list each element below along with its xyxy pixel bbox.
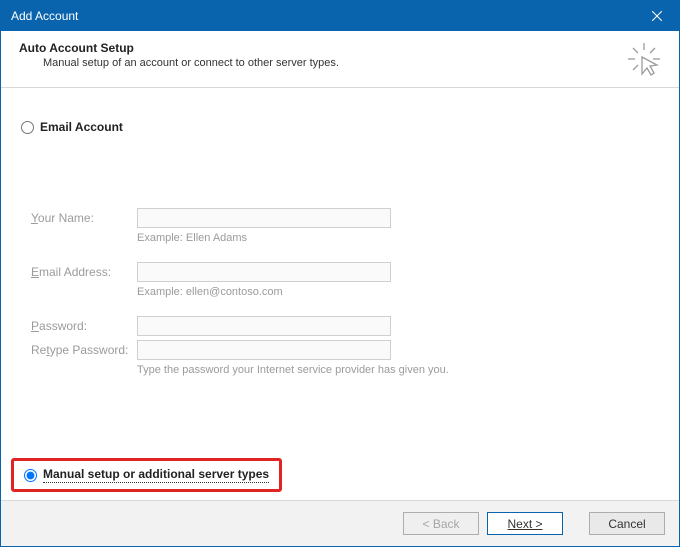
row-password: Password: [31, 316, 649, 336]
radio-email-account[interactable] [21, 121, 34, 134]
wizard-title: Auto Account Setup [19, 41, 623, 55]
label-password: Password: [31, 319, 137, 333]
row-your-name: Your Name: [31, 208, 649, 228]
label-your-name: Your Name: [31, 211, 137, 225]
radio-email-label: Email Account [40, 120, 123, 134]
label-email: Email Address: [31, 265, 137, 279]
hint-email: Example: ellen@contoso.com [137, 286, 649, 298]
titlebar: Add Account [1, 1, 679, 31]
wizard-header-text: Auto Account Setup Manual setup of an ac… [19, 41, 623, 69]
close-button[interactable] [634, 1, 679, 31]
hint-password: Type the password your Internet service … [137, 364, 649, 376]
label-retype-password: Retype Password: [31, 343, 137, 357]
input-retype-password [137, 340, 391, 360]
next-button[interactable]: Next > [487, 512, 563, 535]
wizard-header: Auto Account Setup Manual setup of an ac… [1, 31, 679, 88]
input-password [137, 316, 391, 336]
input-your-name [137, 208, 391, 228]
wizard-content: Email Account Your Name: Example: Ellen … [1, 88, 679, 500]
input-email [137, 262, 391, 282]
account-form: Your Name: Example: Ellen Adams Email Ad… [31, 208, 649, 394]
add-account-window: Add Account Auto Account Setup Manual se… [0, 0, 680, 547]
wizard-subtitle: Manual setup of an account or connect to… [43, 57, 623, 69]
row-email: Email Address: [31, 262, 649, 282]
cursor-click-icon [623, 41, 665, 77]
row-retype-password: Retype Password: [31, 340, 649, 360]
radio-manual-label: Manual setup or additional server types [43, 467, 269, 483]
radio-manual-setup[interactable] [24, 469, 37, 482]
hint-your-name: Example: Ellen Adams [137, 232, 649, 244]
highlight-manual-option: Manual setup or additional server types [11, 458, 282, 492]
cancel-button[interactable]: Cancel [589, 512, 665, 535]
window-title: Add Account [11, 9, 634, 23]
option-manual-setup[interactable]: Manual setup or additional server types [24, 467, 269, 483]
wizard-footer: < Back Next > Cancel [1, 500, 679, 546]
close-icon [652, 11, 662, 21]
back-button: < Back [403, 512, 479, 535]
option-email-account[interactable]: Email Account [21, 120, 123, 134]
